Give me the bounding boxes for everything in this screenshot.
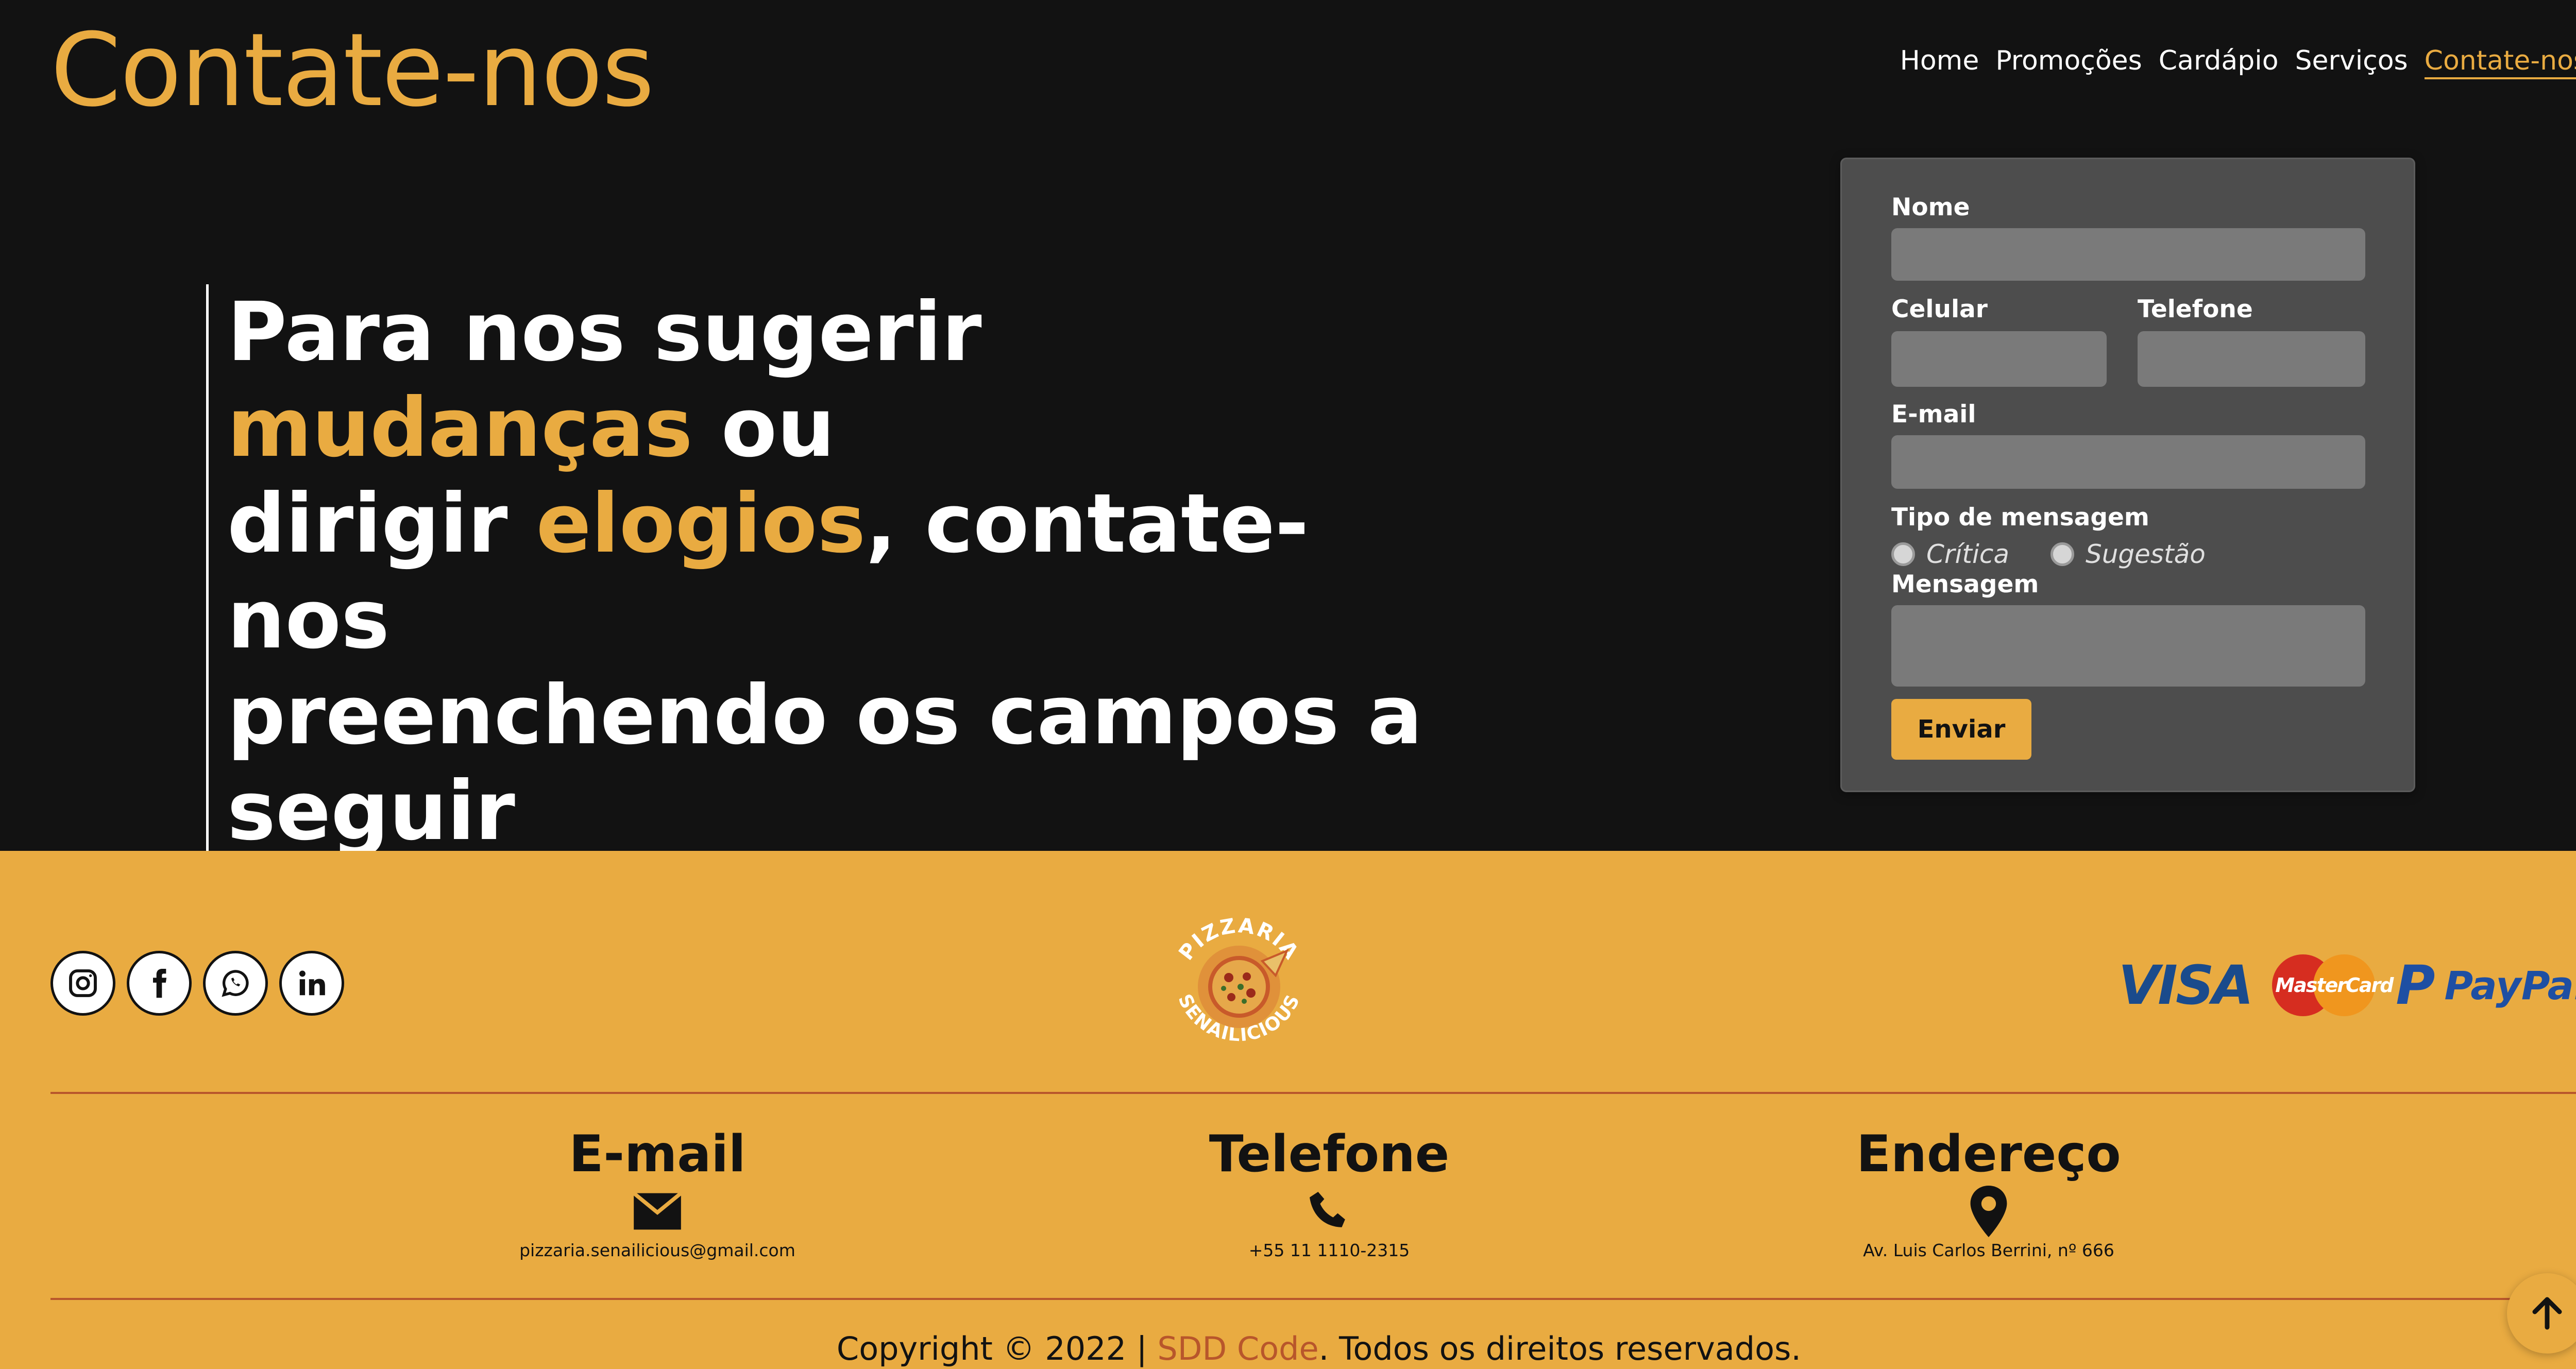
linkedin-icon xyxy=(299,970,325,996)
nav-servicos[interactable]: Serviços xyxy=(2295,44,2408,79)
contact-endereco: Endereço Av. Luis Carlos Berrini, nº 666 xyxy=(1757,1125,2221,1260)
paypal-logo: P PayPal xyxy=(2396,954,2576,1017)
email-label: E-mail xyxy=(1891,400,1976,429)
highlight-elogios: elogios xyxy=(536,476,866,571)
message-label: Mensagem xyxy=(1891,570,2039,598)
phone-field[interactable] xyxy=(2138,331,2365,387)
contact-telefone: Telefone +55 11 1110-2315 xyxy=(1097,1125,1561,1260)
hero-headline: Para nos sugerir mudanças ou dirigir elo… xyxy=(206,284,1443,859)
cell-field[interactable] xyxy=(1891,331,2107,387)
cell-label: Celular xyxy=(1891,295,1988,323)
footer-divider-top xyxy=(50,1092,2576,1094)
page-title: Contate-nos xyxy=(50,12,654,129)
sdd-code-link[interactable]: SDD Code xyxy=(1157,1330,1318,1367)
email-field[interactable] xyxy=(1891,435,2365,489)
map-pin-icon xyxy=(1970,1185,2007,1237)
contact-telefone-value[interactable]: +55 11 1110-2315 xyxy=(1097,1240,1561,1260)
hero-line-2: dirigir elogios, contate-nos xyxy=(227,476,1309,667)
phone-label: Telefone xyxy=(2138,295,2253,323)
highlight-mudancas: mudanças xyxy=(227,381,693,475)
paypal-text: PayPal xyxy=(2444,962,2576,1008)
facebook-icon xyxy=(153,969,167,998)
mastercard-logo: MasterCard xyxy=(2272,954,2394,1016)
nav-promocoes[interactable]: Promoções xyxy=(1995,44,2142,79)
arrow-up-icon xyxy=(2532,1297,2562,1330)
envelope-icon xyxy=(632,1191,683,1230)
message-field[interactable] xyxy=(1891,605,2365,687)
contact-form: Nome Celular Telefone E-mail Tipo de men… xyxy=(1840,158,2415,792)
paypal-mark: P xyxy=(2396,954,2435,1017)
message-type-label: Tipo de mensagem xyxy=(1891,503,2149,532)
contact-endereco-value: Av. Luis Carlos Berrini, nº 666 xyxy=(1863,1240,2114,1260)
mastercard-text: MasterCard xyxy=(2275,974,2394,997)
facebook-button[interactable] xyxy=(127,951,192,1016)
payment-methods: VISA MasterCard P PayPal xyxy=(2119,954,2576,1017)
nav-cardapio[interactable]: Cardápio xyxy=(2159,44,2279,79)
whatsapp-button[interactable] xyxy=(203,951,268,1016)
radio-sugestao-label: Sugestão xyxy=(2086,539,2206,569)
hero-line-3: preenchendo os campos a xyxy=(227,668,1423,763)
contact-email: E-mail pizzaria.senailicious@gmail.com xyxy=(426,1125,889,1260)
phone-icon xyxy=(1310,1191,1345,1227)
main-nav: Home Promoções Cardápio Serviços Contate… xyxy=(1900,44,2576,79)
hero-line-4: seguir xyxy=(227,764,515,859)
visa-logo: VISA xyxy=(2118,954,2254,1017)
instagram-button[interactable] xyxy=(50,951,115,1016)
contact-telefone-title: Telefone xyxy=(1209,1125,1450,1184)
contact-endereco-title: Endereço xyxy=(1856,1125,2121,1184)
copyright: Copyright © 2022 | SDD Code. Todos os di… xyxy=(836,1330,1802,1367)
social-links xyxy=(50,951,344,1016)
contact-email-title: E-mail xyxy=(569,1125,746,1184)
linkedin-button[interactable] xyxy=(279,951,344,1016)
contact-email-value[interactable]: pizzaria.senailicious@gmail.com xyxy=(426,1240,889,1260)
pizzaria-logo[interactable]: PIZZARIA SENAILICIOUS xyxy=(1159,904,1319,1064)
submit-button[interactable]: Enviar xyxy=(1891,699,2031,760)
whatsapp-icon xyxy=(222,970,249,997)
radio-critica-label: Crítica xyxy=(1926,539,2009,569)
name-label: Nome xyxy=(1891,193,1970,221)
hero-line-1: Para nos sugerir mudanças ou xyxy=(227,285,982,475)
radio-critica[interactable] xyxy=(1891,542,1915,566)
name-field[interactable] xyxy=(1891,228,2365,281)
nav-contate-nos[interactable]: Contate-nos xyxy=(2424,44,2576,79)
footer: PIZZARIA SENAILICIOUS VISA MasterCard P … xyxy=(0,851,2576,1369)
nav-home[interactable]: Home xyxy=(1900,44,1979,79)
footer-divider-bottom xyxy=(50,1298,2576,1300)
message-type-group: Crítica Sugestão xyxy=(1891,539,2206,569)
radio-sugestao[interactable] xyxy=(2050,542,2074,566)
instagram-icon xyxy=(69,969,97,997)
